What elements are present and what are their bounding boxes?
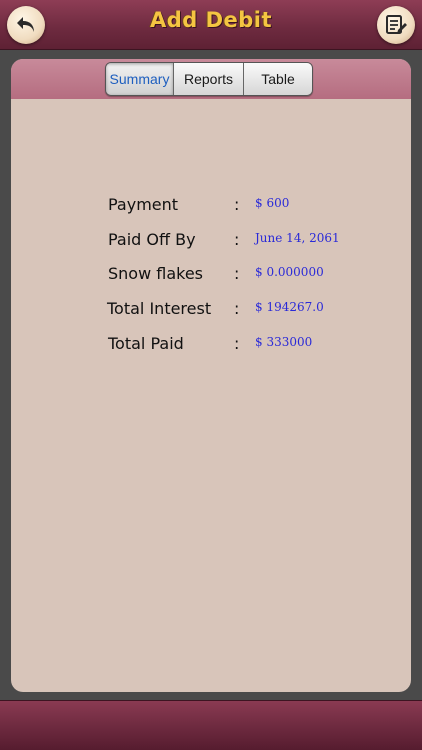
row-value: June 14, 2061 [255,231,340,245]
tab-table[interactable]: Table [244,63,312,95]
row-colon: : [234,230,240,249]
view-segmented-control: Summary Reports Table [105,62,313,96]
tab-summary[interactable]: Summary [106,63,174,95]
row-value: $ 0.000000 [255,265,324,279]
notes-edit-icon [386,15,407,34]
footer-bar [0,700,422,750]
header-bar: Add Debit [0,0,422,50]
summary-row-payment: Payment : $ 600 [11,195,411,219]
app: Add Debit Summary Reports Table Payment … [0,0,422,750]
tab-reports[interactable]: Reports [174,63,244,95]
row-label: Snow flakes [108,264,204,283]
row-value: $ 600 [255,196,290,210]
summary-panel: Summary Reports Table Payment : $ 600 Pa… [11,59,411,692]
row-label: Payment [108,195,179,214]
row-label: Total Paid [108,334,184,353]
summary-row-total-paid: Total Paid : $ 333000 [11,334,411,358]
summary-row-total-interest: Total Interest : $ 194267.0 [11,299,411,323]
row-value: $ 333000 [255,335,313,349]
row-colon: : [234,195,240,214]
row-colon: : [234,299,240,318]
row-colon: : [234,334,240,353]
row-value: $ 194267.0 [255,300,324,314]
page-title: Add Debit [149,8,273,32]
row-colon: : [234,264,240,283]
summary-row-snow-flakes: Snow flakes : $ 0.000000 [11,264,411,288]
panel-header: Summary Reports Table [11,59,411,99]
summary-row-paid-off-by: Paid Off By : June 14, 2061 [11,230,411,254]
row-label: Paid Off By [108,230,196,249]
edit-notes-button[interactable] [377,6,415,44]
row-label: Total Interest [107,299,212,318]
